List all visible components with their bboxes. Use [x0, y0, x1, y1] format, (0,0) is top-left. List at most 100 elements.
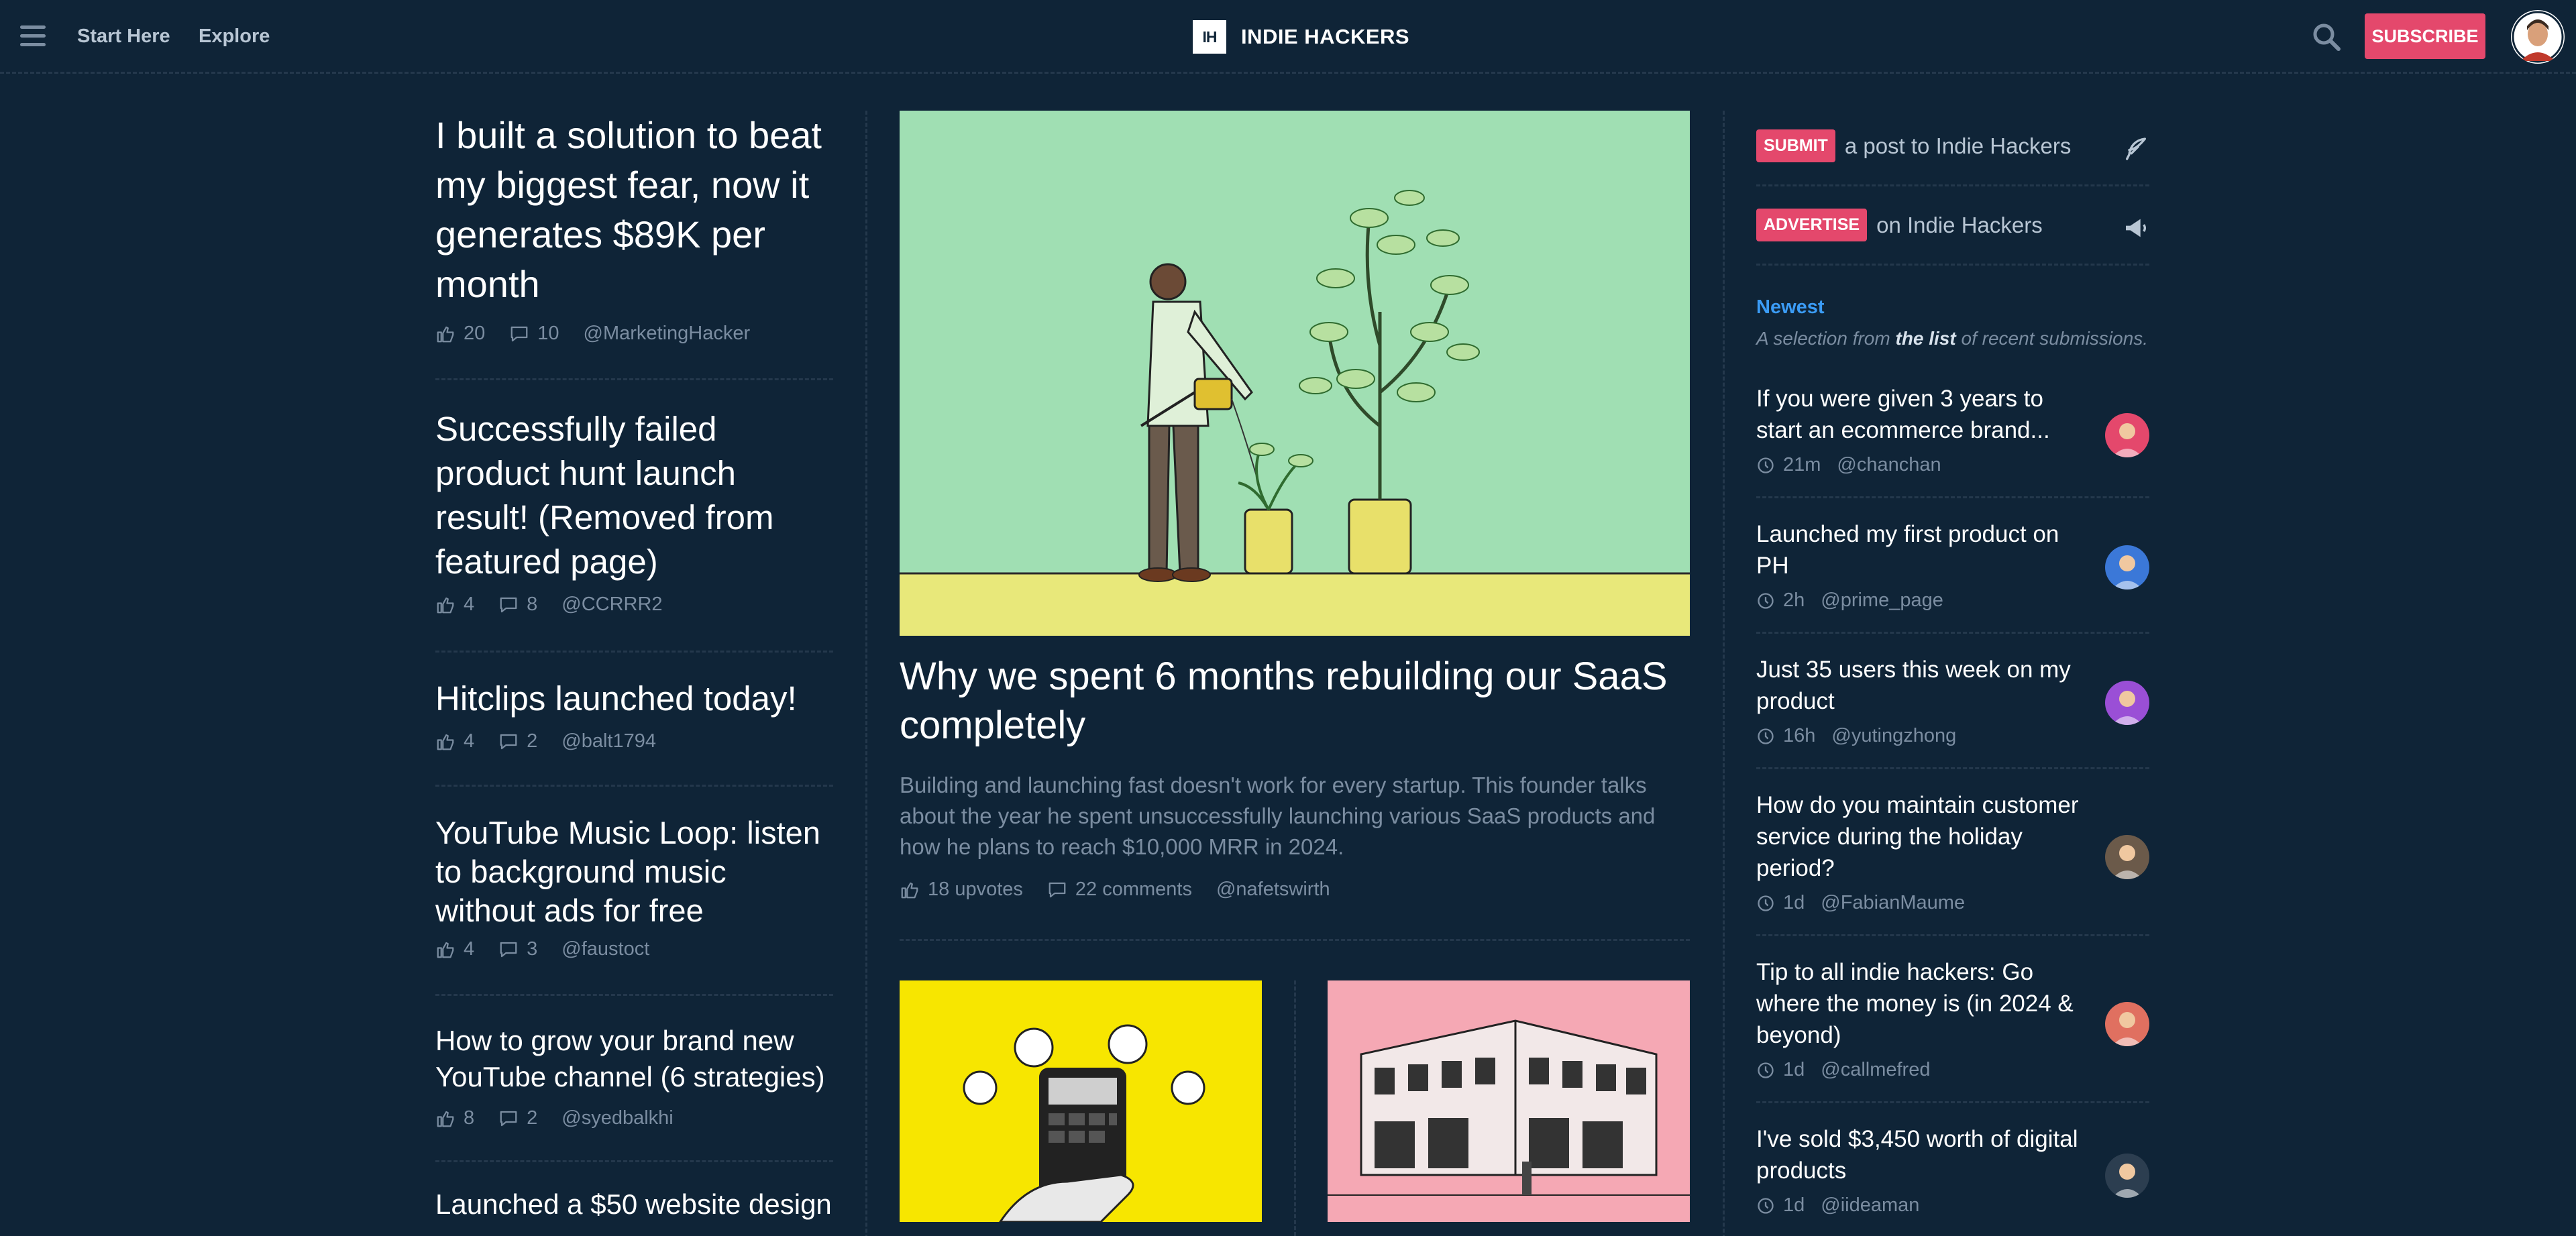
newest-item[interactable]: Tip to all indie hackers: Go where the m…	[1756, 936, 2149, 1103]
author-link[interactable]: @balt1794	[561, 730, 656, 752]
clock-icon	[1758, 592, 1774, 609]
featured-description: Building and launching fast doesn't work…	[900, 773, 1656, 859]
comment-count: 8	[527, 594, 538, 615]
newest-item-meta: 1d @iideaman	[1756, 1194, 2149, 1217]
post-item[interactable]: I built a solution to beat my biggest fe…	[435, 111, 833, 380]
upvote-button[interactable]: 20	[435, 323, 485, 345]
post-meta: 8 2 @syedbalkhi	[435, 1107, 833, 1129]
author-avatar[interactable]	[2105, 681, 2149, 725]
post-item[interactable]: Successfully failed product hunt launch …	[435, 380, 833, 653]
author-link[interactable]: @prime_page	[1821, 589, 1943, 612]
newest-sub-prefix: A selection from	[1756, 328, 1890, 349]
newest-item-title[interactable]: I've sold $3,450 worth of digital produc…	[1756, 1123, 2092, 1186]
newest-item[interactable]: Launched my first product on PH 2h @prime_…	[1756, 498, 2149, 634]
menu-icon[interactable]	[20, 25, 46, 47]
comments-link[interactable]: 3	[498, 938, 537, 960]
nav-start-here[interactable]: Start Here	[77, 25, 170, 48]
comments-link[interactable]: 2	[498, 1107, 537, 1129]
featured-title[interactable]: Why we spent 6 months rebuilding our Saa…	[900, 652, 1690, 750]
post-title[interactable]: How to grow your brand new YouTube chann…	[435, 1023, 833, 1095]
post-item[interactable]: How to grow your brand new YouTube chann…	[435, 996, 833, 1162]
thumbs-up-icon	[901, 882, 918, 898]
post-item[interactable]: Hitclips launched today! 4 2 @balt1794	[435, 653, 833, 787]
comment-icon	[500, 942, 517, 957]
author-link[interactable]: @nafetswirth	[1216, 879, 1330, 901]
author-link[interactable]: @iideaman	[1821, 1194, 1919, 1217]
author-link[interactable]: @faustoct	[561, 938, 649, 960]
post-title[interactable]: Launched a $50 website design	[435, 1186, 833, 1223]
newest-item-title[interactable]: Launched my first product on PH	[1756, 518, 2092, 581]
author-link[interactable]: @CCRRR2	[561, 594, 662, 616]
post-item[interactable]: Launched a $50 website design	[435, 1162, 833, 1223]
post-item[interactable]: YouTube Music Loop: listen to background…	[435, 787, 833, 996]
user-avatar[interactable]	[2511, 10, 2565, 64]
advertise-text[interactable]: on Indie Hackers	[1876, 213, 2043, 238]
column-divider-right	[1723, 111, 1725, 1236]
upvote-button[interactable]: 4	[435, 594, 474, 616]
nav-explore[interactable]: Explore	[199, 25, 270, 48]
article-thumbnail[interactable]	[900, 980, 1262, 1222]
newest-list: If you were given 3 years to start an ec…	[1756, 363, 2149, 1236]
featured-image[interactable]	[900, 111, 1690, 636]
newest-item[interactable]: If you were given 3 years to start an ec…	[1756, 363, 2149, 498]
author-avatar[interactable]	[2105, 835, 2149, 879]
search-icon[interactable]	[2311, 21, 2342, 52]
post-title[interactable]: Successfully failed product hunt launch …	[435, 407, 833, 584]
post-title[interactable]: I built a solution to beat my biggest fe…	[435, 111, 833, 309]
newest-item[interactable]: How do you maintain customer service dur…	[1756, 769, 2149, 936]
submit-text[interactable]: a post to Indie Hackers	[1845, 133, 2072, 159]
submit-post-link[interactable]: SUBMIT a post to Indie Hackers	[1756, 107, 2149, 186]
newest-item[interactable]: I've sold $3,450 worth of digital produc…	[1756, 1103, 2149, 1236]
the-list-link[interactable]: the list	[1896, 328, 1956, 349]
upvote-button[interactable]: 4	[435, 938, 474, 960]
newest-item-title[interactable]: Tip to all indie hackers: Go where the m…	[1756, 956, 2092, 1051]
comments-link[interactable]: 2	[498, 730, 537, 752]
comments-link[interactable]: 22 comments	[1047, 879, 1192, 901]
post-meta: 4 2 @balt1794	[435, 730, 833, 752]
thumbs-up-icon	[437, 734, 454, 750]
advertise-badge[interactable]: ADVERTISE	[1756, 209, 1868, 241]
thumbs-up-icon	[437, 942, 454, 958]
brand-name[interactable]: INDIE HACKERS	[1241, 25, 1409, 49]
left-post-list: I built a solution to beat my biggest fe…	[435, 111, 833, 1223]
author-link[interactable]: @callmefred	[1821, 1059, 1930, 1081]
newest-item-title[interactable]: If you were given 3 years to start an ec…	[1756, 383, 2092, 446]
author-link[interactable]: @MarketingHacker	[584, 323, 751, 345]
brand-logo[interactable]: IH	[1193, 20, 1226, 54]
author-link[interactable]: @syedbalkhi	[561, 1107, 673, 1129]
post-title[interactable]: Hitclips launched today!	[435, 677, 833, 721]
upvote-count: 4	[464, 594, 475, 615]
upvote-button[interactable]: 4	[435, 730, 474, 752]
brand[interactable]: IH INDIE HACKERS	[1193, 19, 1409, 55]
clock-icon	[1758, 728, 1774, 744]
clock-icon	[1758, 1197, 1774, 1214]
subscribe-button[interactable]: SUBSCRIBE	[2365, 13, 2485, 59]
author-avatar[interactable]	[2105, 1154, 2149, 1198]
author-avatar[interactable]	[2105, 545, 2149, 589]
newest-item-title[interactable]: How do you maintain customer service dur…	[1756, 789, 2092, 884]
author-avatar[interactable]	[2105, 413, 2149, 457]
author-link[interactable]: @yutingzhong	[1831, 725, 1956, 747]
upvote-button[interactable]: 8	[435, 1107, 474, 1129]
advertise-link[interactable]: ADVERTISE on Indie Hackers	[1756, 186, 2149, 266]
newest-heading[interactable]: Newest	[1756, 296, 2149, 319]
time-value: 16h	[1783, 725, 1816, 746]
newest-item[interactable]: Just 35 users this week on my product 16h…	[1756, 634, 2149, 769]
comment-icon	[500, 1111, 517, 1126]
comments-link[interactable]: 8	[498, 594, 537, 616]
time-value: 2h	[1783, 589, 1805, 611]
newest-item-title[interactable]: Just 35 users this week on my product	[1756, 654, 2092, 717]
author-link[interactable]: @FabianMaume	[1821, 892, 1965, 914]
author-link[interactable]: @chanchan	[1837, 454, 1941, 476]
upvote-button[interactable]: 18 upvotes	[900, 879, 1023, 901]
comment-icon	[511, 326, 528, 341]
clock-icon	[1758, 895, 1774, 911]
clock-icon	[1758, 1062, 1774, 1078]
submit-badge[interactable]: SUBMIT	[1756, 129, 1835, 162]
author-avatar[interactable]	[2105, 1002, 2149, 1046]
post-meta: 4 8 @CCRRR2	[435, 594, 833, 616]
comments-link[interactable]: 10	[509, 323, 559, 345]
article-thumbnail[interactable]	[1328, 980, 1690, 1222]
post-title[interactable]: YouTube Music Loop: listen to background…	[435, 813, 833, 930]
time-ago: 1d	[1756, 1059, 1805, 1081]
